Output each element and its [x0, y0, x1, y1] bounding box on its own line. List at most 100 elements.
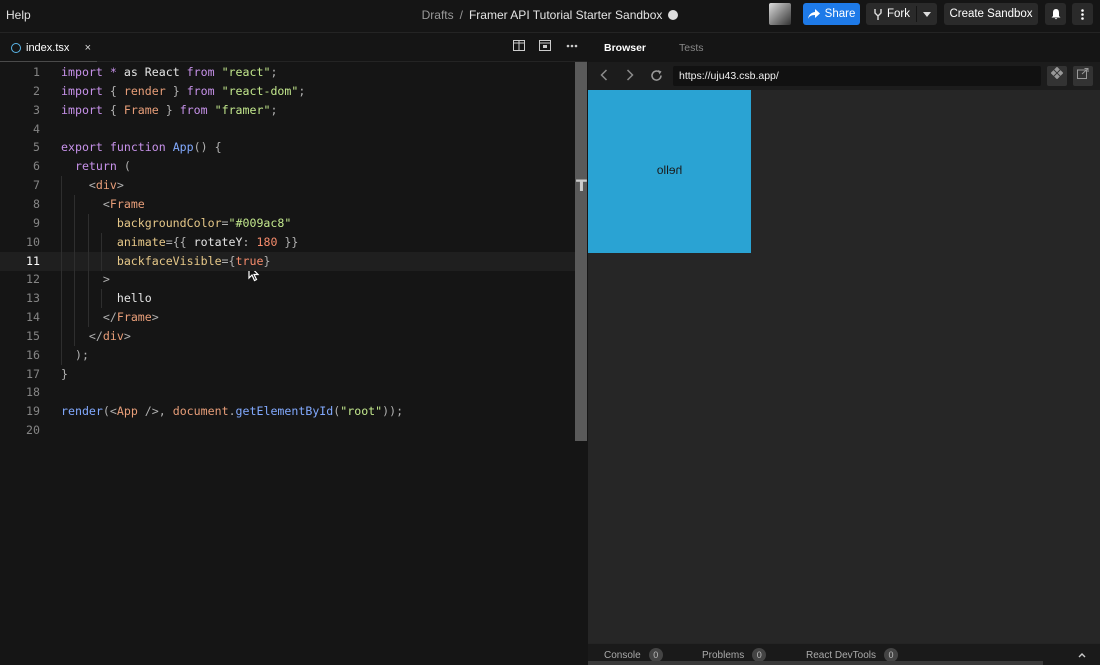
open-new-window-icon[interactable] — [1073, 66, 1093, 86]
code-text: > — [61, 270, 110, 289]
tab-console[interactable]: Console 0 — [604, 648, 663, 662]
code-line[interactable]: 11 backfaceVisible={true} — [0, 251, 575, 271]
code-text: return ( — [61, 157, 131, 176]
code-token: div — [102, 328, 124, 343]
avatar[interactable] — [769, 3, 791, 25]
create-sandbox-button[interactable]: Create Sandbox — [944, 3, 1038, 25]
more-icon[interactable] — [566, 40, 578, 54]
code-line[interactable]: 16 ); — [0, 345, 575, 365]
code-line[interactable]: 20 — [0, 421, 575, 440]
line-number: 8 — [33, 196, 40, 211]
line-number: 17 — [26, 366, 40, 381]
code-line[interactable]: 14 </Frame> — [0, 308, 575, 328]
tab-tests[interactable]: Tests — [679, 42, 704, 54]
split-view-icon[interactable] — [513, 40, 525, 54]
code-token: . — [228, 404, 236, 419]
tab-react-devtools[interactable]: React DevTools 0 — [806, 648, 899, 662]
editor-scrollbar-thumb[interactable] — [575, 62, 587, 441]
address-bar[interactable]: https://uju43.csb.app/ — [673, 66, 1041, 86]
code-token: = — [221, 215, 229, 230]
code-line[interactable]: 19 render(<App />, document.getElementByI… — [0, 402, 575, 421]
line-number: 19 — [26, 404, 40, 419]
code-token: "framer" — [214, 102, 271, 117]
framer-frame: hello — [588, 90, 751, 253]
file-tab-index[interactable]: index.tsx × — [0, 34, 97, 62]
code-token: > — [151, 310, 159, 325]
refresh-icon[interactable] — [650, 69, 663, 85]
code-text: import { Frame } from "framer"; — [61, 101, 277, 120]
line-number: 6 — [33, 159, 40, 174]
fork-button[interactable]: Fork — [866, 3, 937, 25]
code-token: rotateY — [193, 234, 243, 249]
crumb-drafts[interactable]: Drafts — [422, 8, 454, 22]
preview-toggle-icon[interactable] — [539, 40, 551, 54]
code-text: import { render } from "react-dom"; — [61, 82, 305, 101]
code-line[interactable]: 6 return ( — [0, 157, 575, 176]
code-line[interactable]: 2 import { render } from "react-dom"; — [0, 82, 575, 101]
code-line[interactable]: 4 — [0, 120, 575, 139]
code-line[interactable]: 5 export function App() { — [0, 138, 575, 157]
code-token: hello — [61, 291, 152, 306]
code-text: render(<App />, document.getElementById(… — [61, 402, 403, 421]
code-line[interactable]: 13 hello — [0, 289, 575, 309]
line-number: 9 — [33, 215, 40, 230]
code-line[interactable]: 15 </div> — [0, 326, 575, 346]
code-editor[interactable]: T 1 import * as React from "react"; 2 impor… — [0, 62, 587, 665]
code-token: < — [88, 178, 96, 193]
code-token: function — [109, 140, 166, 155]
code-token: ); — [74, 347, 89, 362]
code-line[interactable]: 7 <div> — [0, 176, 575, 196]
codesandbox-icon[interactable] — [1047, 66, 1067, 86]
code-line[interactable]: 8 <Frame — [0, 194, 575, 214]
code-token: ; — [270, 65, 278, 79]
tab-problems[interactable]: Problems 0 — [702, 648, 767, 662]
file-tab-label: index.tsx — [26, 41, 70, 54]
code-token: { — [102, 83, 124, 98]
code-token: from — [186, 83, 215, 98]
code-text: animate={{ rotateY: 180 }} — [61, 233, 299, 252]
code-token: } — [61, 366, 68, 381]
code-token: > — [102, 272, 110, 287]
share-icon — [807, 9, 820, 19]
code-token: </ — [88, 328, 103, 343]
code-line[interactable]: 3 import { Frame } from "framer"; — [0, 101, 575, 120]
devtools-scrollbar[interactable] — [588, 661, 1043, 665]
top-bar: Help Drafts / Framer API Tutorial Starter … — [0, 0, 1100, 33]
code-token: ={ — [221, 253, 236, 268]
code-token: return — [74, 159, 117, 174]
line-number: 13 — [26, 291, 40, 306]
close-icon[interactable]: × — [85, 42, 91, 54]
globe-icon — [668, 10, 679, 20]
tab-browser[interactable]: Browser — [604, 42, 646, 54]
chevron-up-icon[interactable] — [1078, 650, 1086, 661]
back-icon[interactable] — [600, 69, 608, 84]
code-line[interactable]: 9 backgroundColor="#009ac8" — [0, 213, 575, 233]
line-number: 18 — [26, 385, 40, 400]
browser-viewport[interactable]: hello — [588, 90, 1100, 643]
code-token: < — [102, 196, 110, 211]
code-token: as React — [116, 65, 187, 79]
code-token: ={{ — [165, 234, 194, 249]
code-line[interactable]: 17} — [0, 365, 575, 384]
code-line[interactable]: 18 — [0, 383, 575, 402]
notifications-button[interactable] — [1045, 3, 1066, 25]
code-token: export — [61, 140, 103, 155]
chevron-down-icon[interactable] — [923, 12, 931, 17]
line-number: 10 — [26, 234, 40, 249]
code-line[interactable]: 1 import * as React from "react"; — [0, 63, 575, 82]
sandbox-title[interactable]: Framer API Tutorial Starter Sandbox — [469, 8, 662, 22]
code-token: 180 — [256, 234, 278, 249]
code-line[interactable]: 10 animate={{ rotateY: 180 }} — [0, 232, 575, 252]
code-token: render — [123, 83, 166, 98]
preview-panel: Browser Tests https://uju43.csb.app/ hel… — [588, 34, 1100, 665]
code-token: ; — [298, 83, 306, 98]
code-token: </ — [102, 310, 117, 325]
code-line[interactable]: 12 > — [0, 270, 575, 290]
more-options-button[interactable] — [1072, 3, 1093, 25]
code-text: hello — [61, 289, 152, 308]
share-button[interactable]: Share — [803, 3, 860, 25]
forward-icon[interactable] — [626, 69, 634, 84]
